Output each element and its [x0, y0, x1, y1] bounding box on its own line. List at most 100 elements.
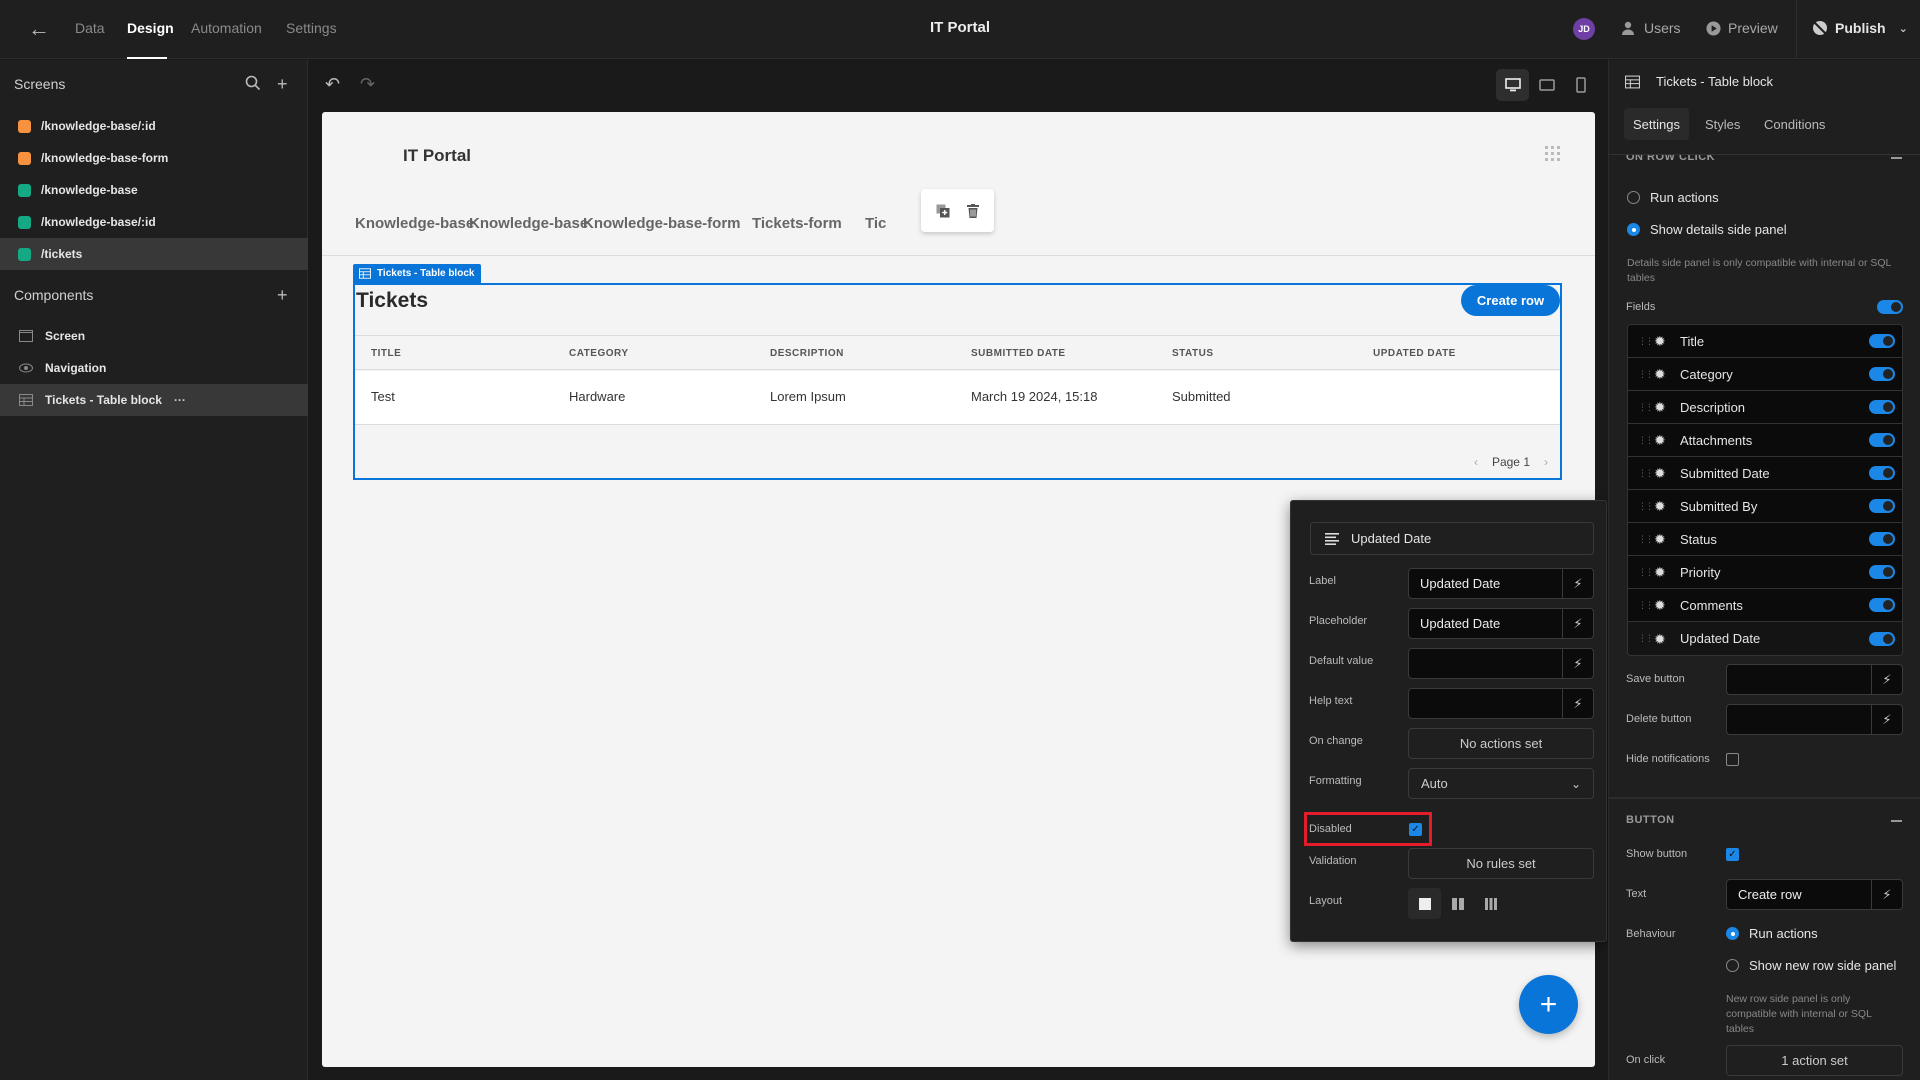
- field-row-selected[interactable]: ⋮⋮ ✹ Updated Date: [1628, 622, 1902, 655]
- search-icon[interactable]: [245, 75, 261, 91]
- drag-handle-icon[interactable]: ⋮⋮: [1638, 402, 1654, 413]
- drag-handle-icon[interactable]: ⋮⋮: [1638, 468, 1654, 479]
- tab-conditions[interactable]: Conditions: [1755, 108, 1834, 140]
- on-change-button[interactable]: No actions set: [1408, 728, 1594, 759]
- radio-show-details-side-panel[interactable]: Show details side panel: [1627, 222, 1787, 237]
- hide-notifications-checkbox[interactable]: [1726, 753, 1739, 766]
- next-page-icon[interactable]: ›: [1544, 455, 1548, 469]
- button-text-input[interactable]: Create row ⚡: [1726, 879, 1903, 910]
- tab-data[interactable]: Data: [75, 20, 105, 36]
- delete-button-input[interactable]: ⚡: [1726, 704, 1903, 735]
- desktop-view-button[interactable]: [1496, 69, 1529, 101]
- field-row[interactable]: ⋮⋮ ✹ Title: [1628, 325, 1902, 358]
- gear-icon[interactable]: ✹: [1654, 565, 1668, 579]
- column-header[interactable]: STATUS: [1172, 348, 1214, 359]
- screen-item[interactable]: /knowledge-base-form: [0, 142, 308, 174]
- field-toggle[interactable]: [1869, 433, 1895, 447]
- bolt-icon[interactable]: ⚡: [1562, 609, 1593, 638]
- add-screen-icon[interactable]: +: [277, 75, 288, 93]
- drag-handle-icon[interactable]: ⋮⋮: [1638, 435, 1654, 446]
- drag-handle-icon[interactable]: ⋮⋮: [1638, 501, 1654, 512]
- collapse-icon[interactable]: [1891, 157, 1902, 159]
- users-button[interactable]: Users: [1621, 20, 1681, 36]
- gear-icon[interactable]: ✹: [1654, 499, 1668, 513]
- prev-page-icon[interactable]: ‹: [1474, 455, 1478, 469]
- field-row[interactable]: ⋮⋮ ✹ Status: [1628, 523, 1902, 556]
- bolt-icon[interactable]: ⚡: [1562, 649, 1593, 678]
- field-row[interactable]: ⋮⋮ ✹ Submitted Date: [1628, 457, 1902, 490]
- field-toggle[interactable]: [1869, 334, 1895, 348]
- field-row[interactable]: ⋮⋮ ✹ Attachments: [1628, 424, 1902, 457]
- collapse-icon[interactable]: [1891, 820, 1902, 822]
- layout-single-column-button[interactable]: [1408, 888, 1441, 919]
- trash-icon[interactable]: [967, 203, 980, 218]
- column-header[interactable]: TITLE: [371, 348, 401, 359]
- component-item-table-block[interactable]: Tickets - Table block ···: [0, 384, 308, 416]
- gear-icon[interactable]: ✹: [1654, 400, 1668, 414]
- field-toggle[interactable]: [1869, 499, 1895, 513]
- field-toggle[interactable]: [1869, 466, 1895, 480]
- show-button-checkbox[interactable]: ✓: [1726, 848, 1739, 861]
- gear-icon[interactable]: ✹: [1654, 632, 1668, 646]
- layout-two-column-button[interactable]: [1441, 888, 1474, 919]
- field-toggle[interactable]: [1869, 565, 1895, 579]
- gear-icon[interactable]: ✹: [1654, 598, 1668, 612]
- field-toggle[interactable]: [1869, 598, 1895, 612]
- disabled-checkbox[interactable]: ✓: [1409, 823, 1422, 836]
- tab-automation[interactable]: Automation: [191, 20, 262, 36]
- back-arrow-icon[interactable]: ←: [28, 18, 52, 42]
- nav-link[interactable]: Tickets-form: [752, 215, 842, 232]
- label-input[interactable]: Updated Date ⚡: [1408, 568, 1594, 599]
- fields-toggle[interactable]: [1877, 300, 1903, 314]
- user-avatar[interactable]: JD: [1573, 18, 1595, 40]
- radio-behaviour-run-actions[interactable]: Run actions: [1726, 926, 1818, 941]
- column-header[interactable]: UPDATED DATE: [1373, 348, 1456, 359]
- field-row[interactable]: ⋮⋮ ✹ Description: [1628, 391, 1902, 424]
- undo-icon[interactable]: ↶: [325, 74, 340, 95]
- bolt-icon[interactable]: ⚡: [1871, 705, 1902, 734]
- preview-button[interactable]: Preview: [1706, 20, 1778, 36]
- bolt-icon[interactable]: ⚡: [1562, 569, 1593, 598]
- tablet-view-button[interactable]: [1530, 69, 1563, 101]
- table-row[interactable]: Test Hardware Lorem Ipsum March 19 2024,…: [355, 371, 1560, 425]
- drag-grid-icon[interactable]: [1545, 146, 1561, 162]
- screen-item[interactable]: /knowledge-base/:id: [0, 206, 308, 238]
- nav-link[interactable]: Knowledge-base: [355, 215, 474, 232]
- selected-block-tag[interactable]: Tickets - Table block: [353, 264, 482, 283]
- validation-button[interactable]: No rules set: [1408, 848, 1594, 879]
- radio-run-actions[interactable]: Run actions: [1627, 190, 1719, 205]
- duplicate-icon[interactable]: [936, 204, 950, 218]
- field-toggle[interactable]: [1869, 400, 1895, 414]
- radio-behaviour-new-row-panel[interactable]: Show new row side panel: [1726, 958, 1896, 973]
- publish-button[interactable]: Publish ⌄: [1812, 20, 1908, 36]
- nav-link[interactable]: Knowledge-base: [469, 215, 588, 232]
- help-text-input[interactable]: ⚡: [1408, 688, 1594, 719]
- add-component-fab[interactable]: +: [1519, 975, 1578, 1034]
- field-row[interactable]: ⋮⋮ ✹ Comments: [1628, 589, 1902, 622]
- gear-icon[interactable]: ✹: [1654, 466, 1668, 480]
- bolt-icon[interactable]: ⚡: [1562, 689, 1593, 718]
- default-value-input[interactable]: ⚡: [1408, 648, 1594, 679]
- layout-three-column-button[interactable]: [1474, 888, 1507, 919]
- drag-handle-icon[interactable]: ⋮⋮: [1638, 336, 1654, 347]
- bolt-icon[interactable]: ⚡: [1871, 880, 1902, 909]
- drag-handle-icon[interactable]: ⋮⋮: [1638, 534, 1654, 545]
- screen-item-selected[interactable]: /tickets: [0, 238, 308, 270]
- column-header[interactable]: SUBMITTED DATE: [971, 348, 1066, 359]
- save-button-input[interactable]: ⚡: [1726, 664, 1903, 695]
- on-click-button[interactable]: 1 action set: [1726, 1045, 1903, 1076]
- screen-item[interactable]: /knowledge-base: [0, 174, 308, 206]
- drag-handle-icon[interactable]: ⋮⋮: [1638, 633, 1654, 644]
- component-item-navigation[interactable]: Navigation: [0, 352, 308, 384]
- tab-styles[interactable]: Styles: [1696, 108, 1749, 140]
- mobile-view-button[interactable]: [1564, 69, 1597, 101]
- nav-link[interactable]: Knowledge-base-form: [583, 215, 741, 232]
- create-row-button[interactable]: Create row: [1461, 285, 1560, 316]
- drag-handle-icon[interactable]: ⋮⋮: [1638, 567, 1654, 578]
- placeholder-input[interactable]: Updated Date ⚡: [1408, 608, 1594, 639]
- gear-icon[interactable]: ✹: [1654, 334, 1668, 348]
- tab-settings[interactable]: Settings: [286, 20, 337, 36]
- tab-settings-panel[interactable]: Settings: [1624, 108, 1689, 140]
- tab-design[interactable]: Design: [127, 20, 174, 36]
- field-toggle[interactable]: [1869, 367, 1895, 381]
